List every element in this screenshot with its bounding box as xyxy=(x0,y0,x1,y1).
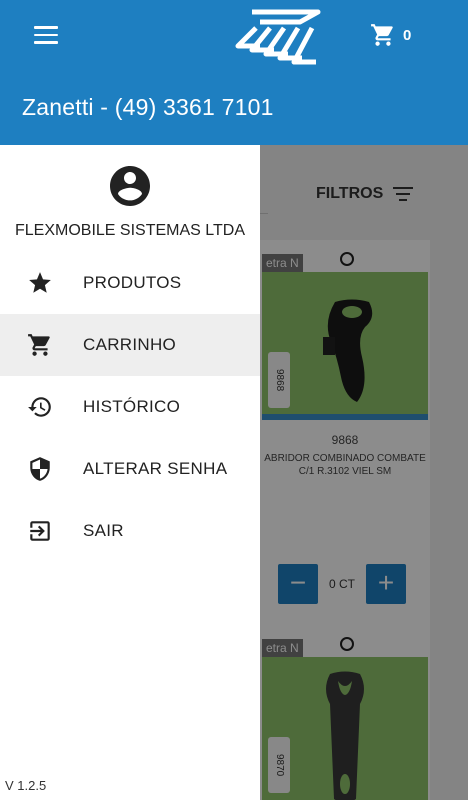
logout-icon xyxy=(30,521,50,541)
drawer-item-historico[interactable]: HISTÓRICO xyxy=(0,376,260,438)
shield-icon xyxy=(30,457,50,481)
company-name: FLEXMOBILE SISTEMAS LTDA xyxy=(15,222,245,239)
cart-count-badge: 0 xyxy=(403,27,412,44)
drawer-item-label: HISTÓRICO xyxy=(83,397,181,416)
history-icon xyxy=(28,397,51,417)
page-title: Zanetti - (49) 3361 7101 xyxy=(22,94,274,120)
drawer-item-sair[interactable]: SAIR xyxy=(0,500,260,562)
avatar-icon xyxy=(110,166,150,206)
cart-icon xyxy=(28,334,50,356)
drawer-item-label: PRODUTOS xyxy=(83,273,182,292)
app-header: 0 Zanetti - (49) 3361 7101 xyxy=(0,0,468,145)
drawer-item-carrinho[interactable]: CARRINHO xyxy=(0,314,260,376)
brand-logo xyxy=(235,9,321,65)
cart-icon xyxy=(371,24,393,46)
drawer-item-alterar-senha[interactable]: ALTERAR SENHA xyxy=(0,438,260,500)
header-cart-button[interactable]: 0 xyxy=(370,22,420,48)
drawer-item-label: ALTERAR SENHA xyxy=(83,459,228,478)
drawer-item-produtos[interactable]: PRODUTOS xyxy=(0,252,260,314)
drawer-item-label: SAIR xyxy=(83,521,124,540)
menu-icon[interactable] xyxy=(34,26,58,44)
navigation-drawer: FLEXMOBILE SISTEMAS LTDA PRODUTOS CARRIN… xyxy=(0,145,260,800)
drawer-item-label: CARRINHO xyxy=(83,335,177,354)
app-version: V 1.2.5 xyxy=(5,778,47,793)
star-icon xyxy=(29,272,51,293)
